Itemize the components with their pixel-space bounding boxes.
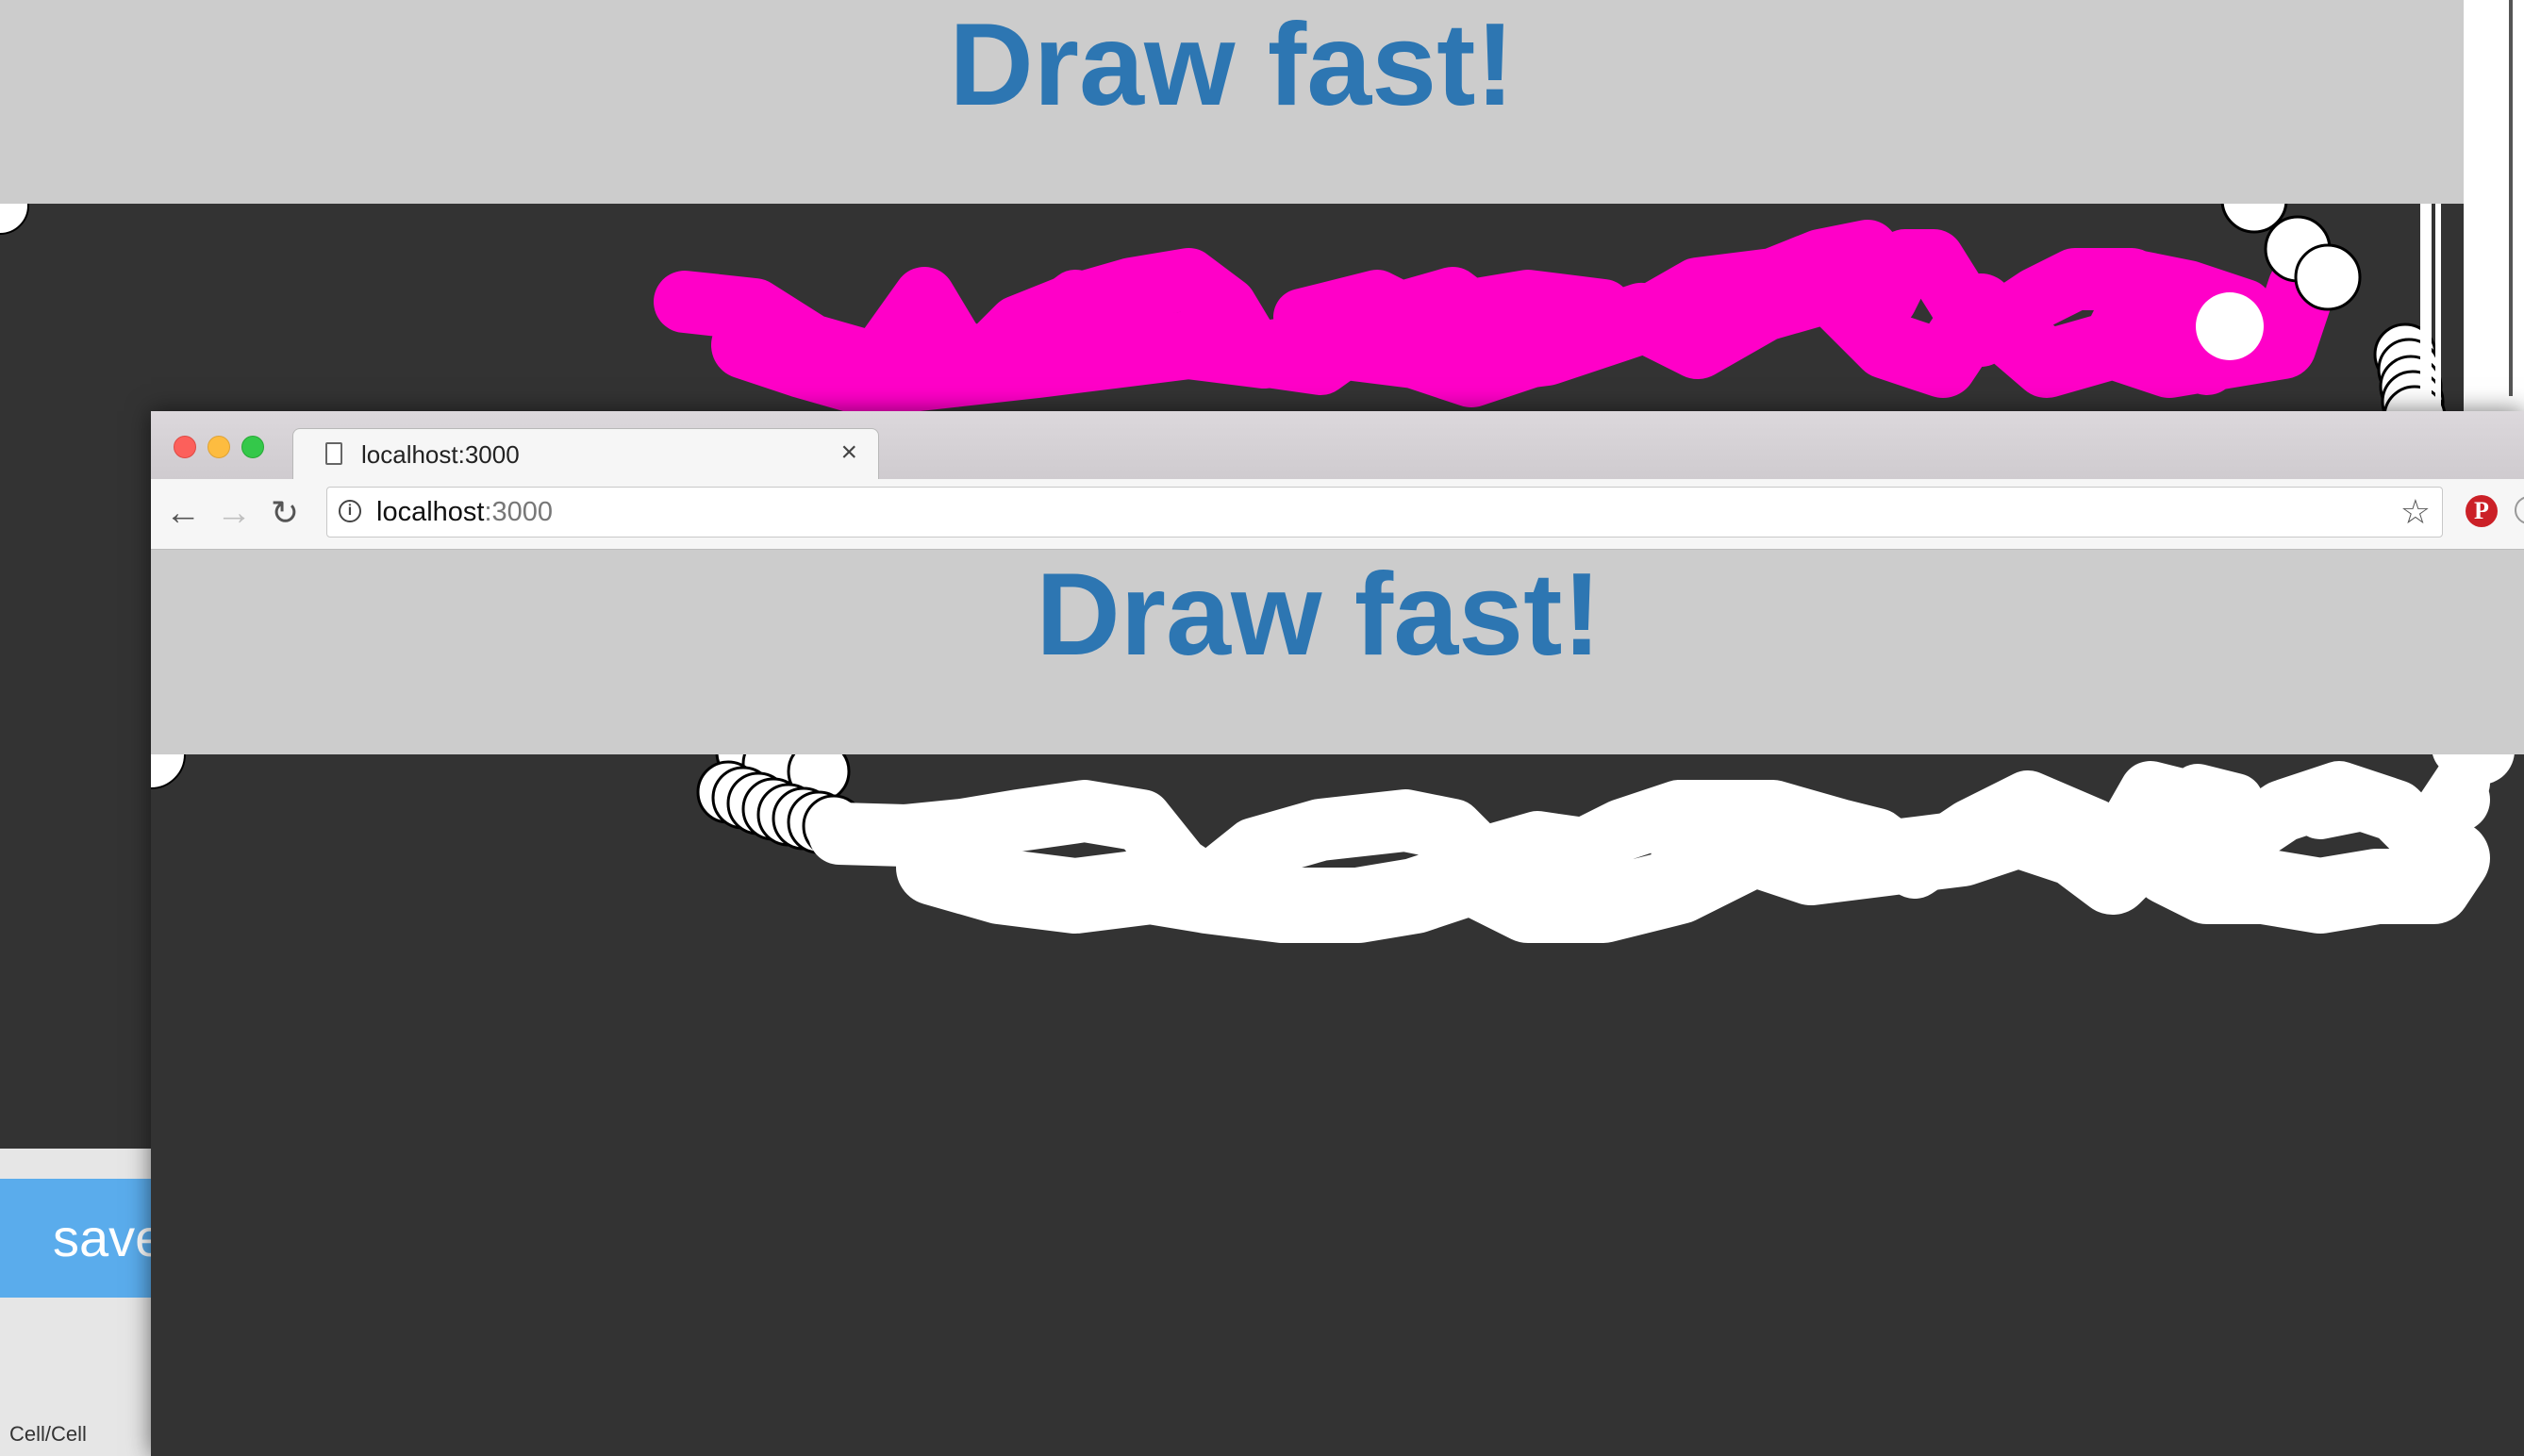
url-port: :3000 — [484, 497, 554, 527]
page-header: Draw fast! — [151, 550, 2524, 754]
url-text[interactable]: localhost:3000 — [376, 497, 553, 528]
window-minimize-button[interactable] — [208, 436, 230, 458]
drawing-canvas[interactable] — [151, 754, 2524, 1456]
info-icon[interactable]: i — [339, 500, 361, 522]
divider — [2509, 0, 2513, 396]
forward-arrow-icon[interactable]: → — [213, 492, 255, 534]
tab-localhost[interactable]: localhost:3000 × — [292, 428, 879, 480]
browser-titlebar[interactable]: localhost:3000 × — [151, 411, 2524, 480]
tab-title: localhost:3000 — [361, 440, 520, 469]
front-drawing-svg — [151, 754, 2515, 943]
reload-icon[interactable]: ↻ — [264, 492, 306, 534]
magenta-scribble — [654, 220, 2335, 417]
status-text: Cell/Cell — [9, 1422, 87, 1446]
white-scribble — [808, 754, 2490, 943]
save-button[interactable]: save — [0, 1179, 160, 1298]
window-close-button[interactable] — [174, 436, 196, 458]
brush-dot — [151, 754, 186, 789]
brush-dot — [0, 204, 29, 235]
back-page-header: Draw fast! — [0, 0, 2464, 204]
page-title: Draw fast! — [1036, 550, 1602, 680]
back-page-title: Draw fast! — [949, 0, 1515, 130]
address-bar[interactable]: i localhost:3000 ☆ — [326, 487, 2443, 538]
brush-cursor-dot — [2426, 768, 2490, 832]
browser-toolbar: ← → ↻ i localhost:3000 ☆ P — [151, 479, 2524, 550]
extension-icon[interactable] — [2515, 496, 2524, 524]
brush-cursor-dot — [2196, 292, 2264, 360]
star-icon[interactable]: ☆ — [2400, 493, 2431, 531]
browser-window: localhost:3000 × ← → ↻ i localhost:3000 … — [151, 411, 2524, 1456]
page-icon — [325, 442, 342, 465]
tab-close-icon[interactable]: × — [840, 438, 857, 467]
back-arrow-icon[interactable]: ← — [162, 492, 204, 534]
url-host: localhost — [376, 497, 485, 527]
window-maximize-button[interactable] — [241, 436, 264, 458]
pinterest-icon[interactable]: P — [2466, 495, 2498, 527]
